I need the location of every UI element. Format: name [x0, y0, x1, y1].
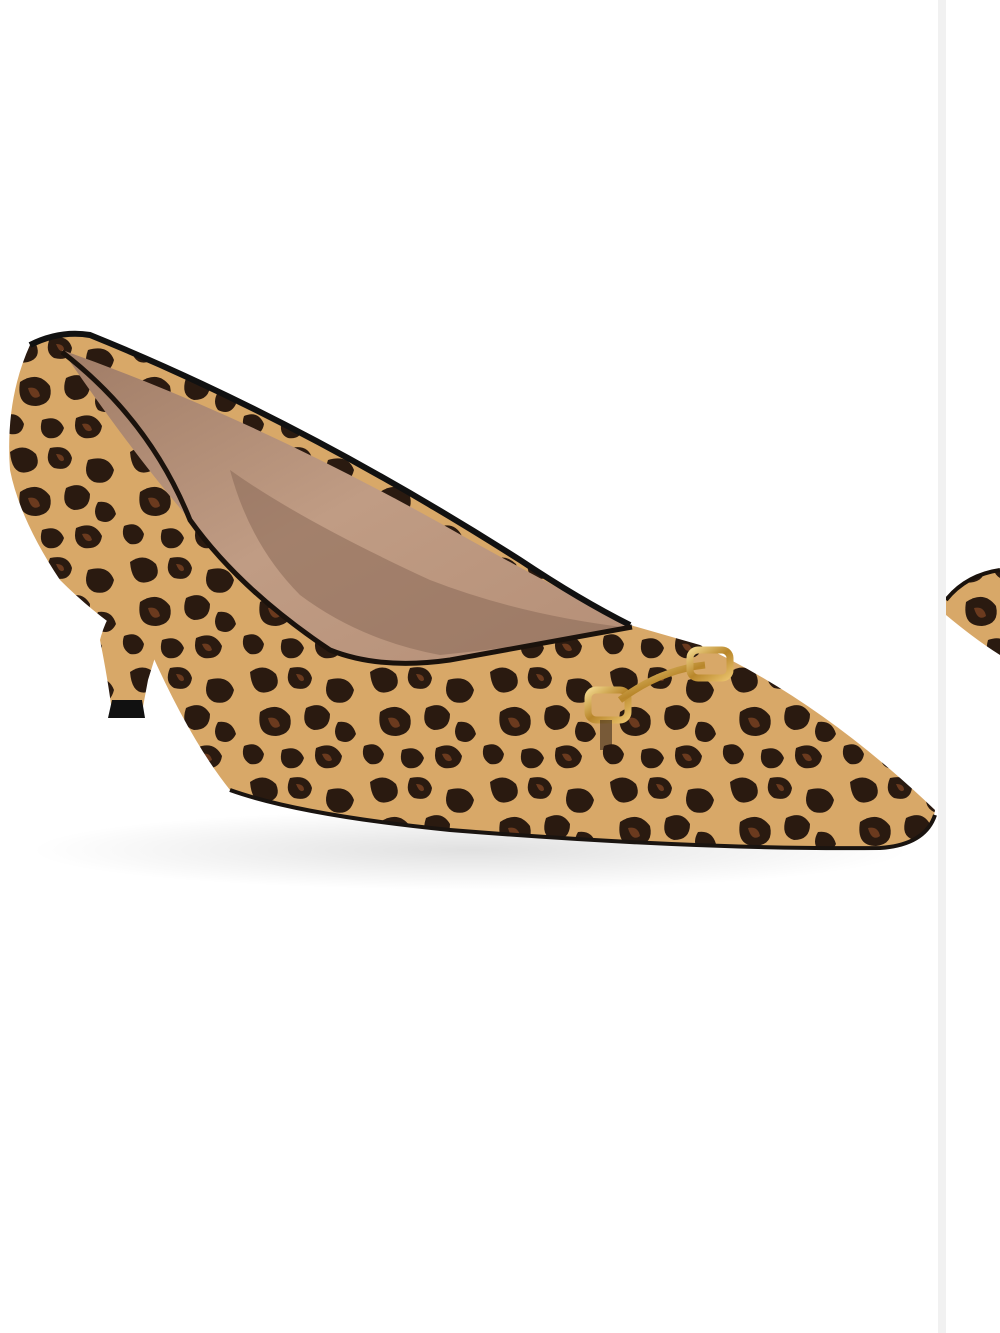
gallery-slide-divider	[938, 0, 946, 1333]
gallery-slide-next-peek[interactable]	[946, 0, 1000, 1333]
gallery-slide-current[interactable]	[0, 0, 938, 1333]
product-image-gallery[interactable]	[0, 0, 1000, 1333]
product-photo-leopard-pump	[9, 330, 937, 890]
carousel-track	[0, 0, 1000, 1333]
product-photo-next-leopard-pump	[946, 568, 1000, 655]
shoe-upper	[9, 330, 937, 851]
